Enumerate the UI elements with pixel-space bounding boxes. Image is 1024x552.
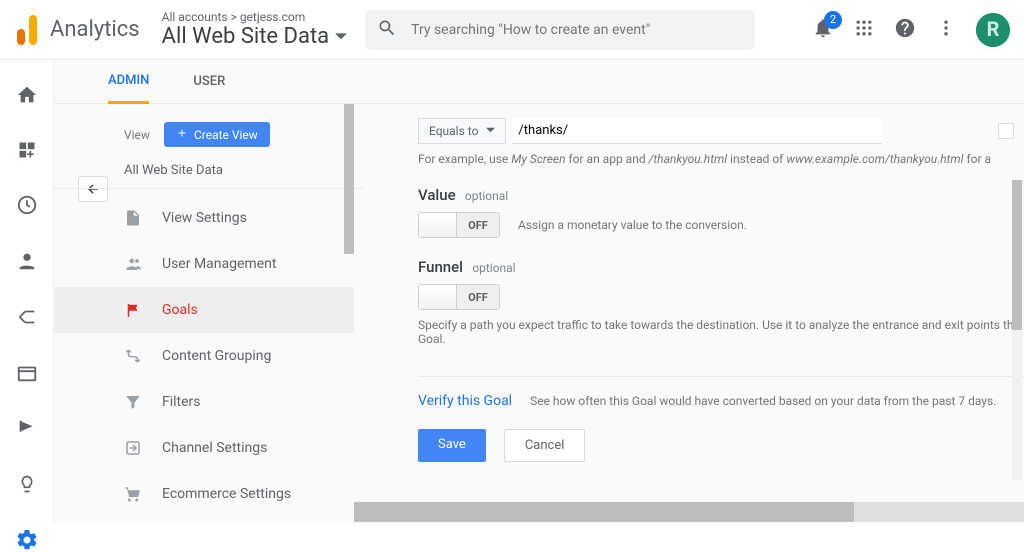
funnel-toggle[interactable]: OFF xyxy=(418,284,500,310)
nav-ecommerce-settings[interactable]: Ecommerce Settings xyxy=(54,471,354,517)
value-optional: optional xyxy=(465,189,508,203)
rail-audience-icon[interactable] xyxy=(16,250,38,272)
account-selector[interactable]: All accounts > getjess.com All Web Site … xyxy=(162,10,347,49)
branch-icon xyxy=(124,347,144,365)
toggle-state: OFF xyxy=(457,285,499,309)
notification-badge: 2 xyxy=(824,11,842,29)
rail-home-icon[interactable] xyxy=(16,84,38,106)
rail-admin-icon[interactable] xyxy=(15,528,39,552)
current-view-name[interactable]: All Web Site Data xyxy=(54,155,364,189)
notifications-button[interactable]: 2 xyxy=(812,17,834,43)
caret-down-icon xyxy=(486,124,495,138)
nav-label: View Settings xyxy=(162,210,247,226)
panel-horizontal-scrollbar[interactable] xyxy=(354,502,1024,522)
toggle-state: OFF xyxy=(457,213,499,237)
verify-description: See how often this Goal would have conve… xyxy=(530,394,996,408)
nav-user-management[interactable]: User Management xyxy=(54,241,354,287)
rail-realtime-icon[interactable] xyxy=(16,194,38,216)
nav-label: Ecommerce Settings xyxy=(162,486,291,502)
help-icon[interactable] xyxy=(894,17,916,43)
search-icon xyxy=(377,18,397,42)
column-type-label: View xyxy=(124,128,150,142)
nav-channel-settings[interactable]: Channel Settings xyxy=(54,425,354,471)
rail-discover-icon[interactable] xyxy=(17,474,37,494)
search-bar[interactable] xyxy=(365,10,755,50)
avatar[interactable]: R xyxy=(976,13,1010,47)
destination-helper: For example, use My Screen for an app an… xyxy=(418,152,1024,166)
nav-label: Channel Settings xyxy=(162,440,267,456)
nav-view-settings[interactable]: View Settings xyxy=(54,195,354,241)
plus-icon xyxy=(176,127,188,142)
people-icon xyxy=(124,255,144,273)
save-button[interactable]: Save xyxy=(418,429,486,462)
destination-input[interactable] xyxy=(512,118,882,144)
cart-icon xyxy=(124,485,144,503)
flag-icon xyxy=(124,301,144,319)
rail-conversions-icon[interactable] xyxy=(16,418,38,440)
match-type-select[interactable]: Equals to xyxy=(418,118,506,144)
funnel-icon xyxy=(124,393,144,411)
cancel-button[interactable]: Cancel xyxy=(504,429,586,462)
funnel-label: Funnel xyxy=(418,258,463,276)
value-label: Value xyxy=(418,186,456,204)
column-scrollbar[interactable] xyxy=(344,104,354,254)
nav-content-grouping[interactable]: Content Grouping xyxy=(54,333,354,379)
document-icon xyxy=(124,209,144,227)
funnel-optional: optional xyxy=(472,261,515,275)
nav-label: Goals xyxy=(162,302,198,318)
product-name: Analytics xyxy=(50,17,140,42)
nav-label: User Management xyxy=(162,256,276,272)
create-view-button[interactable]: Create View xyxy=(164,122,270,147)
create-view-label: Create View xyxy=(194,128,258,142)
funnel-description: Specify a path you expect traffic to tak… xyxy=(418,318,1024,346)
tab-admin[interactable]: ADMIN xyxy=(108,60,149,104)
nav-label: Filters xyxy=(162,394,201,410)
value-description: Assign a monetary value to the conversio… xyxy=(518,218,747,232)
svg-text:R: R xyxy=(987,17,1000,41)
tab-user[interactable]: USER xyxy=(193,74,225,89)
nav-filters[interactable]: Filters xyxy=(54,379,354,425)
nav-goals[interactable]: Goals xyxy=(54,287,354,333)
nav-label: Content Grouping xyxy=(162,348,271,364)
caret-down-icon xyxy=(335,24,347,49)
verify-goal-link[interactable]: Verify this Goal xyxy=(418,393,512,409)
more-icon[interactable] xyxy=(936,18,956,42)
rail-behavior-icon[interactable] xyxy=(16,362,38,384)
search-input[interactable] xyxy=(411,22,743,38)
analytics-logo-icon xyxy=(14,15,40,45)
panel-vertical-scrollbar[interactable] xyxy=(1012,180,1022,330)
value-toggle[interactable]: OFF xyxy=(418,212,500,238)
apps-icon[interactable] xyxy=(854,18,874,42)
rail-acquisition-icon[interactable] xyxy=(16,306,38,328)
breadcrumb: All accounts > getjess.com xyxy=(162,10,347,24)
rail-custom-icon[interactable] xyxy=(17,140,37,160)
match-type-label: Equals to xyxy=(429,124,478,138)
view-selector-label: All Web Site Data xyxy=(162,24,329,49)
case-sensitive-checkbox[interactable] xyxy=(998,123,1014,139)
channel-icon xyxy=(124,439,144,457)
